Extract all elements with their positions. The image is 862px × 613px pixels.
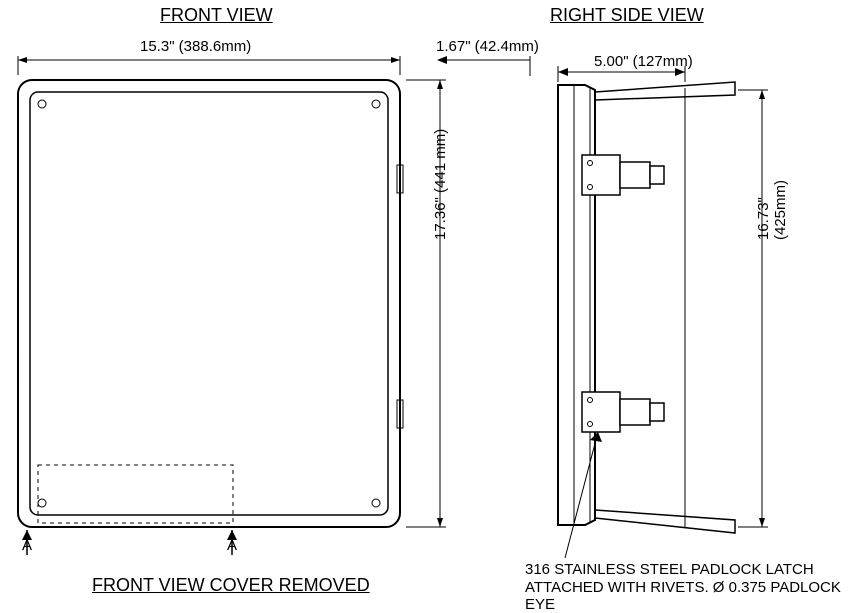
latch-bottom-icon [582,392,664,432]
latch-top-icon [582,155,664,195]
technical-drawing [0,0,862,604]
